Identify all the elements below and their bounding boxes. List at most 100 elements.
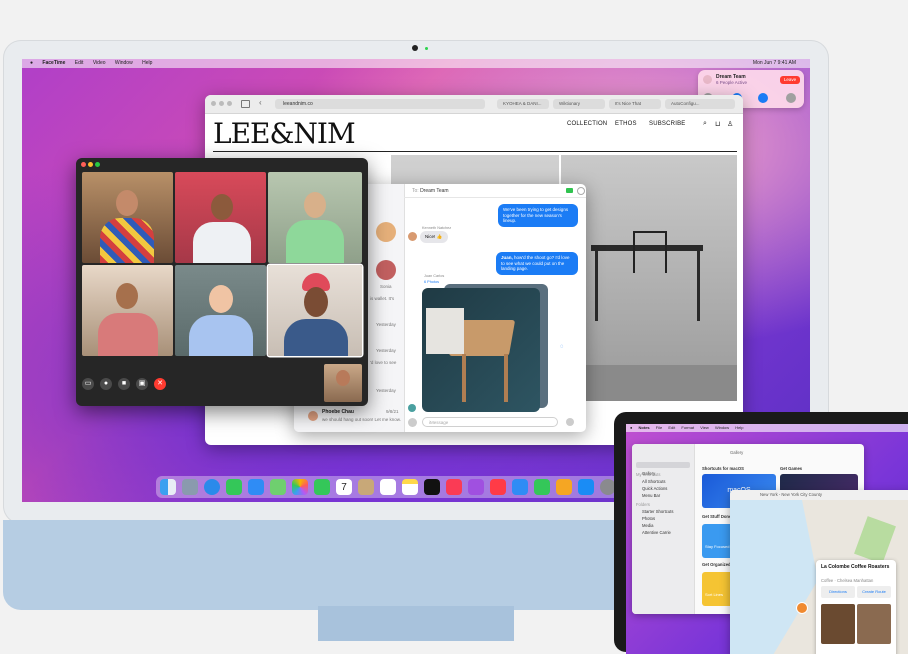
self-view-tile[interactable] <box>324 364 362 402</box>
messages-icon[interactable] <box>226 479 242 495</box>
apps-icon[interactable] <box>408 418 417 427</box>
notes-icon[interactable] <box>402 479 418 495</box>
address-bar[interactable]: leeandnim.co <box>275 99 485 109</box>
maps-icon[interactable] <box>270 479 286 495</box>
tab-1[interactable]: KYOHEA & DANI... <box>497 99 549 109</box>
conversation-time: Yesterday <box>376 322 396 327</box>
menu-file[interactable]: File <box>656 425 662 430</box>
sidebar-item-gallery[interactable]: Gallery <box>636 462 690 476</box>
keynote-icon[interactable] <box>512 479 528 495</box>
leave-button[interactable]: Leave <box>780 76 800 84</box>
create-route-button[interactable]: Create Route <box>857 586 891 598</box>
nav-ethos[interactable]: ETHOS <box>615 121 637 127</box>
conversation-title[interactable]: Dream Team <box>420 188 449 194</box>
photos-icon[interactable] <box>292 479 308 495</box>
conversation-name[interactable]: Sonia <box>380 284 392 289</box>
menu-edit[interactable]: Edit <box>668 425 675 430</box>
zoom-button[interactable] <box>227 101 232 106</box>
news-icon[interactable] <box>490 479 506 495</box>
menu-help[interactable]: Help <box>142 60 152 66</box>
tv-icon[interactable] <box>424 479 440 495</box>
sidebar-item[interactable]: Media <box>642 523 653 528</box>
sidebar-toggle-icon[interactable]: ▭ <box>82 378 94 390</box>
video-toggle-icon[interactable]: ■ <box>118 378 130 390</box>
podcasts-icon[interactable] <box>468 479 484 495</box>
pages-icon[interactable] <box>556 479 572 495</box>
mail-icon[interactable] <box>248 479 264 495</box>
nav-subscribe[interactable]: SUBSCRIBE <box>649 121 685 127</box>
sidebar-item[interactable]: Attentive Carrie <box>642 530 671 535</box>
tab-4[interactable]: AutoConfigu... <box>665 99 735 109</box>
back-icon[interactable]: ‹ <box>259 98 262 107</box>
launchpad-icon[interactable] <box>182 479 198 495</box>
map-pin-icon[interactable] <box>796 602 808 614</box>
sidebar-item[interactable]: All Shortcuts <box>642 479 666 484</box>
info-icon[interactable] <box>577 187 585 195</box>
minimize-button[interactable] <box>219 101 224 106</box>
menu-window[interactable]: Window <box>115 60 133 66</box>
site-logo[interactable]: LEE&NIM <box>213 117 356 150</box>
music-icon[interactable] <box>446 479 462 495</box>
video-tile[interactable] <box>175 265 266 356</box>
close-button[interactable] <box>81 162 86 167</box>
nav-collection[interactable]: COLLECTION <box>567 121 607 127</box>
menubar-clock[interactable]: Mon Jun 7 9:41 AM <box>753 59 796 68</box>
sidebar-item[interactable]: My Shortcuts <box>636 472 660 477</box>
tab-3[interactable]: It's Nice That <box>609 99 661 109</box>
zoom-button[interactable] <box>95 162 100 167</box>
close-button[interactable] <box>211 101 216 106</box>
video-call-icon[interactable] <box>566 188 573 193</box>
menu-help[interactable]: Help <box>735 425 743 430</box>
photo-attachment[interactable] <box>422 288 540 412</box>
sidebar-item[interactable]: Folders <box>636 502 650 507</box>
safari-icon[interactable] <box>204 479 220 495</box>
emoji-icon[interactable] <box>566 418 574 426</box>
table-top <box>426 308 464 354</box>
apple-icon[interactable]: ● <box>630 425 632 430</box>
sidebar-icon[interactable] <box>241 100 250 108</box>
apple-icon[interactable]: ● <box>30 60 33 66</box>
participant-body <box>284 319 348 356</box>
video-tile[interactable] <box>82 265 173 356</box>
end-call-icon[interactable]: ✕ <box>154 378 166 390</box>
menu-window[interactable]: Window <box>715 425 729 430</box>
video-icon[interactable] <box>758 93 768 103</box>
sidebar-item[interactable]: Menu Bar <box>642 493 660 498</box>
video-tile[interactable] <box>175 172 266 263</box>
sidebar-item[interactable]: Quick Actions <box>642 486 667 491</box>
video-tile[interactable] <box>82 172 173 263</box>
tab-2[interactable]: Wiktionary <box>553 99 605 109</box>
menu-video[interactable]: Video <box>93 60 106 66</box>
photos-count[interactable]: 6 Photos <box>424 280 439 284</box>
video-tile-active-speaker[interactable] <box>268 265 362 356</box>
facetime-icon[interactable] <box>314 479 330 495</box>
sidebar-item[interactable]: Photos <box>642 516 655 521</box>
participant-body <box>98 313 158 356</box>
screen-share-icon[interactable] <box>786 93 796 103</box>
calendar-icon[interactable]: 7 <box>336 479 352 495</box>
finder-icon[interactable] <box>160 479 176 495</box>
numbers-icon[interactable] <box>534 479 550 495</box>
app-store-icon[interactable] <box>578 479 594 495</box>
menu-notes[interactable]: Notes <box>639 425 650 430</box>
reminders-icon[interactable] <box>380 479 396 495</box>
minimize-button[interactable] <box>88 162 93 167</box>
screen-share-icon[interactable]: ▣ <box>136 378 148 390</box>
menu-view[interactable]: View <box>700 425 709 430</box>
microphone-mute-icon[interactable]: ● <box>100 378 112 390</box>
contacts-icon[interactable] <box>358 479 374 495</box>
video-tile[interactable] <box>268 172 362 263</box>
search-icon[interactable]: ⌕ <box>703 120 707 128</box>
cart-icon[interactable]: ⊔ <box>715 120 720 128</box>
tapback-icon[interactable]: ◌ <box>560 344 564 350</box>
message-input[interactable]: iMessage <box>422 417 558 427</box>
menu-edit[interactable]: Edit <box>75 60 84 66</box>
participant-face <box>304 287 328 317</box>
directions-button[interactable]: Directions <box>821 586 855 598</box>
conversation-row-phoebe[interactable]: Phoebe Chau 9/8/21 we should hang out so… <box>298 406 402 428</box>
menu-format[interactable]: Format <box>681 425 694 430</box>
sidebar-item[interactable]: Starter Shortcuts <box>642 509 673 514</box>
account-icon[interactable]: ♙ <box>727 120 733 128</box>
menu-facetime[interactable]: FaceTime <box>42 60 65 66</box>
place-card[interactable]: La Colombe Coffee Roasters Coffee · Chel… <box>816 560 896 654</box>
